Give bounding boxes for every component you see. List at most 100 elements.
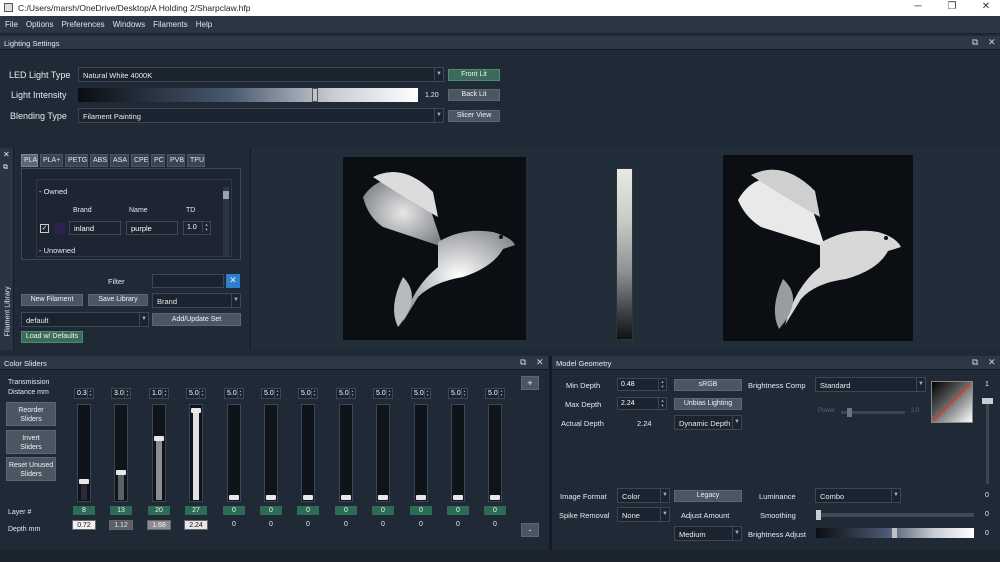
transmission-spinbox[interactable]: 5.0 ▲ ▼ bbox=[373, 388, 393, 399]
transmission-spinbox[interactable]: 5.0 ▲ ▼ bbox=[224, 388, 244, 399]
adjust-amount-select[interactable]: Medium ▼ bbox=[674, 526, 742, 541]
tab-tpu[interactable]: TPU bbox=[187, 154, 205, 167]
color-slider[interactable] bbox=[152, 404, 166, 502]
spin-arrows-icon[interactable]: ▲ ▼ bbox=[349, 389, 355, 398]
slider-handle[interactable] bbox=[341, 495, 351, 500]
tab-pla[interactable]: PLA bbox=[21, 154, 38, 167]
luminance-select[interactable]: Combo ▼ bbox=[815, 488, 901, 503]
tab-pc[interactable]: PC bbox=[151, 154, 165, 167]
spin-arrows-icon[interactable]: ▲ ▼ bbox=[424, 389, 430, 398]
add-slider-button[interactable]: + bbox=[521, 376, 539, 390]
library-close-icon[interactable]: ✕ bbox=[3, 150, 10, 159]
filament-set-select[interactable]: default ▼ bbox=[21, 312, 149, 327]
back-lit-button[interactable]: Back Lit bbox=[448, 89, 500, 101]
spike-removal-select[interactable]: None ▼ bbox=[617, 507, 670, 522]
vertical-brightness-slider[interactable] bbox=[982, 398, 993, 484]
slider-handle[interactable] bbox=[847, 408, 852, 417]
slider-handle[interactable] bbox=[416, 495, 426, 500]
slider-handle[interactable] bbox=[116, 470, 126, 475]
spin-arrows-icon[interactable]: ▲ ▼ bbox=[87, 389, 93, 398]
slider-handle[interactable] bbox=[816, 510, 821, 520]
spin-arrows-icon[interactable]: ▲ ▼ bbox=[658, 398, 666, 409]
invert-sliders-button[interactable]: Invert Sliders bbox=[6, 430, 56, 454]
spin-arrows-icon[interactable]: ▲ ▼ bbox=[202, 222, 210, 233]
processed-image[interactable] bbox=[723, 155, 913, 341]
slider-handle[interactable] bbox=[79, 479, 89, 484]
filament-checkbox[interactable]: ✓ bbox=[40, 224, 49, 233]
tab-abs[interactable]: ABS bbox=[90, 154, 108, 167]
undock-icon[interactable]: ⧉ bbox=[520, 357, 526, 368]
image-format-select[interactable]: Color ▼ bbox=[617, 488, 670, 503]
spin-arrows-icon[interactable]: ▲ ▼ bbox=[386, 389, 392, 398]
dynamic-depth-select[interactable]: Dynamic Depth ▼ bbox=[674, 415, 742, 430]
spin-arrows-icon[interactable]: ▲ ▼ bbox=[658, 379, 666, 390]
slider-handle[interactable] bbox=[311, 88, 318, 102]
filter-input[interactable] bbox=[152, 274, 224, 288]
color-slider[interactable] bbox=[339, 404, 353, 502]
remove-slider-button[interactable]: - bbox=[521, 523, 539, 537]
transmission-spinbox[interactable]: 5.0 ▲ ▼ bbox=[261, 388, 281, 399]
spin-arrows-icon[interactable]: ▲ ▼ bbox=[124, 389, 130, 398]
tab-pvb[interactable]: PVB bbox=[167, 154, 185, 167]
slider-handle[interactable] bbox=[154, 436, 164, 441]
transmission-spinbox[interactable]: 3.0 ▲ ▼ bbox=[111, 388, 131, 399]
transmission-spinbox[interactable]: 5.0 ▲ ▼ bbox=[448, 388, 468, 399]
slider-handle[interactable] bbox=[229, 495, 239, 500]
owned-group[interactable]: - Owned bbox=[39, 187, 67, 196]
sort-select[interactable]: Brand ▼ bbox=[152, 293, 241, 308]
color-slider[interactable] bbox=[414, 404, 428, 502]
tab-pla-plus[interactable]: PLA+ bbox=[40, 154, 63, 167]
menu-options[interactable]: Options bbox=[21, 16, 57, 29]
transmission-spinbox[interactable]: 5.0 ▲ ▼ bbox=[298, 388, 318, 399]
spin-arrows-icon[interactable]: ▲ ▼ bbox=[237, 389, 243, 398]
panel-close-icon[interactable]: ✕ bbox=[988, 357, 996, 368]
panel-close-icon[interactable]: ✕ bbox=[536, 357, 544, 368]
light-intensity-slider[interactable] bbox=[78, 88, 418, 102]
library-undock-icon[interactable]: ⧉ bbox=[3, 164, 8, 172]
close-button[interactable]: ✕ bbox=[976, 1, 996, 12]
menu-help[interactable]: Help bbox=[191, 16, 215, 29]
srgb-button[interactable]: sRGB bbox=[674, 379, 742, 391]
transmission-spinbox[interactable]: 5.0 ▲ ▼ bbox=[411, 388, 431, 399]
color-slider[interactable] bbox=[301, 404, 315, 502]
power-slider[interactable] bbox=[841, 408, 905, 417]
maximize-button[interactable]: ❐ bbox=[942, 1, 962, 12]
undock-icon[interactable]: ⧉ bbox=[972, 37, 978, 48]
unowned-group[interactable]: - Unowned bbox=[39, 246, 75, 255]
name-field[interactable]: purple bbox=[126, 221, 178, 235]
panel-close-icon[interactable]: ✕ bbox=[988, 37, 996, 48]
slider-handle[interactable] bbox=[191, 408, 201, 413]
spin-arrows-icon[interactable]: ▲ ▼ bbox=[461, 389, 467, 398]
reset-unused-sliders-button[interactable]: Reset Unused Sliders bbox=[6, 457, 56, 481]
clear-filter-icon[interactable]: ✕ bbox=[226, 274, 240, 288]
spin-arrows-icon[interactable]: ▲ ▼ bbox=[498, 389, 504, 398]
scrollbar-thumb[interactable] bbox=[223, 191, 229, 199]
minimize-button[interactable]: ─ bbox=[908, 1, 928, 12]
add-update-set-button[interactable]: Add/Update Set bbox=[152, 313, 241, 326]
filament-color-swatch[interactable] bbox=[55, 223, 65, 234]
menu-windows[interactable]: Windows bbox=[108, 16, 148, 29]
slider-handle[interactable] bbox=[490, 495, 500, 500]
led-light-type-select[interactable]: Natural White 4000K ▼ bbox=[78, 67, 444, 82]
transmission-spinbox[interactable]: 0.3 ▲ ▼ bbox=[74, 388, 94, 399]
max-depth-spinbox[interactable]: 2.24 ▲ ▼ bbox=[617, 397, 667, 410]
slicer-view-button[interactable]: Slicer View bbox=[448, 110, 500, 122]
legacy-button[interactable]: Legacy bbox=[674, 490, 742, 502]
load-defaults-button[interactable]: Load w/ Defaults bbox=[21, 331, 83, 343]
brightness-adjust-slider[interactable] bbox=[816, 528, 974, 538]
color-slider[interactable] bbox=[488, 404, 502, 502]
blending-type-select[interactable]: Filament Painting ▼ bbox=[78, 108, 444, 123]
list-scrollbar[interactable] bbox=[223, 187, 229, 257]
original-image[interactable] bbox=[343, 157, 526, 340]
min-depth-spinbox[interactable]: 0.48 ▲ ▼ bbox=[617, 378, 667, 391]
spin-arrows-icon[interactable]: ▲ ▼ bbox=[274, 389, 280, 398]
transmission-spinbox[interactable]: 5.0 ▲ ▼ bbox=[186, 388, 206, 399]
unbias-lighting-button[interactable]: Unbias Lighting bbox=[674, 398, 742, 410]
slider-handle[interactable] bbox=[892, 528, 897, 538]
color-slider[interactable] bbox=[376, 404, 390, 502]
reorder-sliders-button[interactable]: Reorder Sliders bbox=[6, 402, 56, 426]
slider-handle[interactable] bbox=[303, 495, 313, 500]
color-slider[interactable] bbox=[114, 404, 128, 502]
transmission-spinbox[interactable]: 1.0 ▲ ▼ bbox=[149, 388, 169, 399]
color-slider[interactable] bbox=[189, 404, 203, 502]
